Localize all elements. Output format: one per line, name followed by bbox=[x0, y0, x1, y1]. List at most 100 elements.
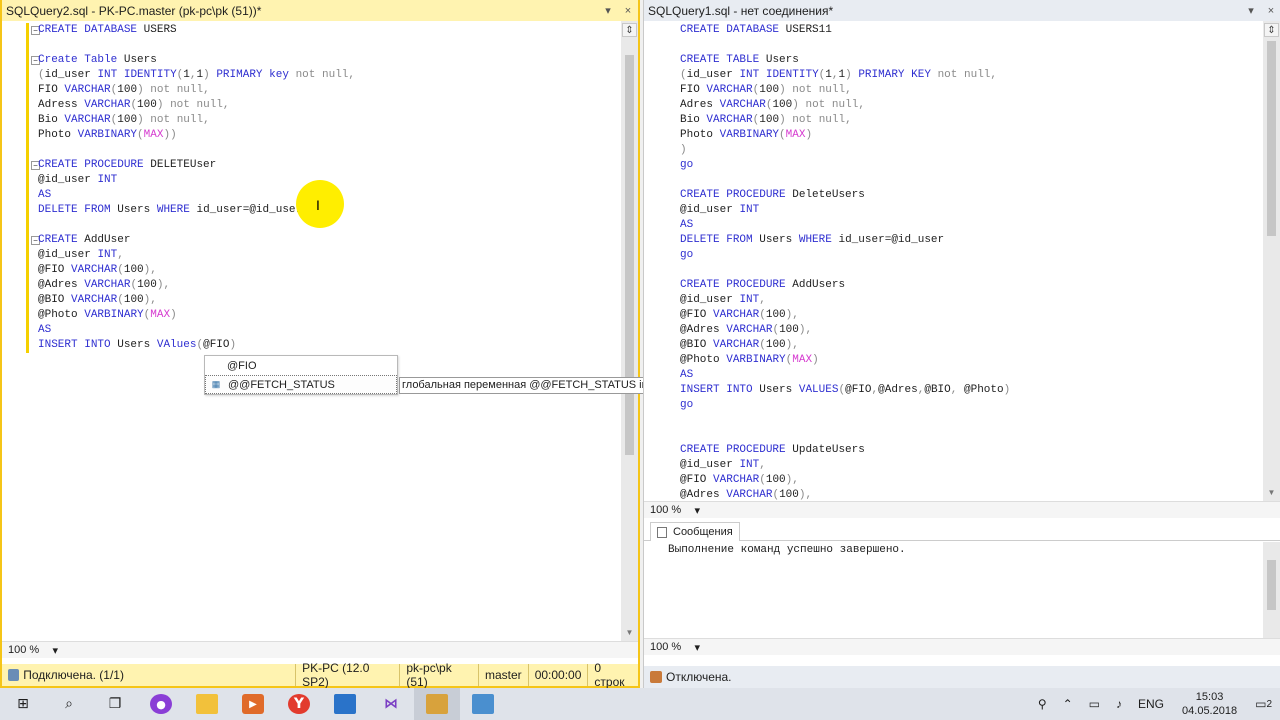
task-view-button[interactable]: ❐ bbox=[92, 688, 138, 720]
volume-icon[interactable]: ♪ bbox=[1108, 697, 1130, 711]
code-line: @BIO VARCHAR(100), bbox=[38, 294, 157, 306]
left-query-pane: SQLQuery2.sql - PK-PC.master (pk-pc\pk (… bbox=[0, 0, 640, 689]
connection-status: Подключена. (1/1) bbox=[23, 668, 124, 682]
code-line: INSERT INTO Users VAlues(@FIO) bbox=[38, 339, 237, 351]
clock[interactable]: 15:03 04.05.2018 bbox=[1172, 690, 1247, 718]
left-tab-title: SQLQuery2.sql - PK-PC.master (pk-pc\pk (… bbox=[6, 3, 262, 18]
messages-tab[interactable]: Сообщения bbox=[650, 522, 740, 541]
database-status: master bbox=[478, 664, 528, 686]
cortana-button[interactable]: ● bbox=[138, 688, 184, 720]
pin-icon[interactable]: ▾ bbox=[598, 4, 618, 17]
ssms-button[interactable] bbox=[460, 688, 506, 720]
close-icon[interactable]: × bbox=[618, 5, 638, 17]
pin-icon[interactable]: ▾ bbox=[1241, 4, 1261, 17]
scroll-down-icon[interactable]: ▼ bbox=[621, 625, 638, 641]
chevron-up-icon[interactable]: ⌃ bbox=[1055, 697, 1081, 711]
zoom-value: 100 % bbox=[650, 640, 682, 653]
split-view-icon[interactable]: ⇕ bbox=[622, 23, 637, 37]
intellisense-item-selected[interactable]: ▦ @@FETCH_STATUS bbox=[205, 375, 397, 394]
search-icon: ⌕ bbox=[65, 696, 73, 712]
code-line: Photo VARBINARY(MAX) bbox=[680, 129, 813, 141]
code-line: (id_user INT IDENTITY(1,1) PRIMARY KEY n… bbox=[680, 69, 998, 81]
code-line: @id_user INT, bbox=[38, 249, 124, 261]
code-line: AS bbox=[680, 219, 694, 231]
zoom-value: 100 % bbox=[650, 503, 682, 516]
scrollbar-thumb[interactable] bbox=[1267, 560, 1276, 610]
split-view-icon[interactable]: ⇕ bbox=[1264, 23, 1279, 37]
code-line: CREATE DATABASE USERS11 bbox=[680, 24, 832, 36]
media-player-icon: ▶ bbox=[242, 694, 264, 714]
cortana-mic-icon: ● bbox=[150, 694, 172, 714]
code-line: CREATE PROCEDURE UpdateUsers bbox=[680, 444, 865, 456]
visual-studio-button[interactable]: ⋈ bbox=[368, 688, 414, 720]
language-indicator[interactable]: ENG bbox=[1130, 697, 1172, 711]
notifications-icon[interactable]: ▭ 2 bbox=[1247, 697, 1280, 711]
code-line: Adress VARCHAR(100) not null, bbox=[38, 99, 230, 111]
code-line: CREATE PROCEDURE DeleteUsers bbox=[680, 189, 865, 201]
zoom-dropdown[interactable]: 100 % ▾ bbox=[8, 644, 64, 657]
search-button[interactable]: ⌕ bbox=[46, 688, 92, 720]
code-line: CREATE TABLE Users bbox=[680, 54, 799, 66]
windows-start-button[interactable]: ⊞ bbox=[0, 688, 46, 720]
right-code-editor[interactable]: CREATE DATABASE USERS11 CREATE TABLE User… bbox=[644, 21, 1264, 501]
scrollbar-thumb[interactable] bbox=[625, 55, 634, 455]
messages-icon bbox=[657, 526, 667, 538]
left-status-bar: Подключена. (1/1) PK-PC (12.0 SP2) pk-pc… bbox=[2, 661, 638, 689]
scrollbar-thumb[interactable] bbox=[1267, 41, 1276, 236]
right-document-tab[interactable]: SQLQuery1.sql - нет соединения* ▾ × bbox=[644, 0, 1280, 21]
left-code-editor[interactable]: − − − − CREATE DATABASE USERS Create Tabl… bbox=[2, 21, 622, 641]
right-messages-zoom-bar: 100 % ▾ bbox=[644, 638, 1280, 655]
close-icon[interactable]: × bbox=[1261, 5, 1280, 17]
right-editor-zoom-bar: 100 % ▾ bbox=[644, 501, 1280, 518]
code-line: go bbox=[680, 159, 694, 171]
intellisense-item[interactable]: @FIO bbox=[205, 356, 397, 375]
app-button[interactable] bbox=[322, 688, 368, 720]
user-status: pk-pc\pk (51) bbox=[399, 661, 478, 689]
clock-date: 04.05.2018 bbox=[1182, 705, 1238, 717]
intellisense-list[interactable]: @FIO ▦ @@FETCH_STATUS bbox=[204, 355, 398, 395]
media-player-button[interactable]: ▶ bbox=[230, 688, 276, 720]
code-line: @Adres VARCHAR(100), bbox=[38, 279, 171, 291]
zoom-value: 100 % bbox=[8, 643, 40, 656]
yandex-browser-button[interactable]: Y bbox=[276, 688, 322, 720]
notification-count: 2 bbox=[1266, 698, 1272, 710]
connection-status: Отключена. bbox=[666, 670, 732, 684]
right-vertical-scrollbar[interactable]: ⇕ ▼ bbox=[1263, 21, 1280, 501]
sql-tools-button[interactable] bbox=[414, 688, 460, 720]
people-icon[interactable]: ⚲ bbox=[1030, 697, 1055, 711]
code-line: @Adres VARCHAR(100), bbox=[680, 324, 813, 336]
code-line: CREATE PROCEDURE AddUsers bbox=[680, 279, 846, 291]
network-icon[interactable]: ▭ bbox=[1081, 697, 1108, 711]
right-gutter bbox=[644, 21, 678, 501]
code-line: Bio VARCHAR(100) not null, bbox=[38, 114, 210, 126]
code-line: CREATE PROCEDURE DELETEUser bbox=[38, 159, 217, 171]
code-line: @id_user INT, bbox=[680, 294, 766, 306]
windows-start-icon: ⊞ bbox=[17, 696, 29, 712]
elapsed-time: 00:00:00 bbox=[527, 664, 588, 686]
connected-icon bbox=[8, 669, 20, 681]
right-code-lines: CREATE DATABASE USERS11 CREATE TABLE User… bbox=[680, 21, 1264, 501]
code-line: Adres VARCHAR(100) not null, bbox=[680, 99, 865, 111]
messages-tab-label: Сообщения bbox=[673, 526, 733, 538]
code-line: Create Table Users bbox=[38, 54, 157, 66]
code-line: FIO VARCHAR(100) not null, bbox=[38, 84, 210, 96]
left-document-tab[interactable]: SQLQuery2.sql - PK-PC.master (pk-pc\pk (… bbox=[2, 0, 638, 21]
intellisense-item-label: @FIO bbox=[227, 359, 257, 372]
left-vertical-scrollbar[interactable]: ⇕ ▼ bbox=[621, 21, 638, 641]
zoom-dropdown[interactable]: 100 % ▾ bbox=[650, 504, 706, 517]
code-line: @id_user INT, bbox=[680, 459, 766, 471]
code-line: @Photo VARBINARY(MAX) bbox=[680, 354, 819, 366]
messages-scrollbar[interactable] bbox=[1263, 542, 1280, 638]
file-explorer-icon bbox=[196, 694, 218, 714]
code-line: DELETE FROM Users WHERE id_user=@id_user bbox=[680, 234, 945, 246]
code-line: go bbox=[680, 399, 694, 411]
zoom-dropdown[interactable]: 100 % ▾ bbox=[650, 641, 706, 654]
code-line: INSERT INTO Users VALUES(@FIO,@Adres,@BI… bbox=[680, 384, 1011, 396]
file-explorer-button[interactable] bbox=[184, 688, 230, 720]
code-line: FIO VARCHAR(100) not null, bbox=[680, 84, 852, 96]
right-tab-title: SQLQuery1.sql - нет соединения* bbox=[648, 3, 834, 18]
scroll-down-icon[interactable]: ▼ bbox=[1263, 485, 1280, 501]
